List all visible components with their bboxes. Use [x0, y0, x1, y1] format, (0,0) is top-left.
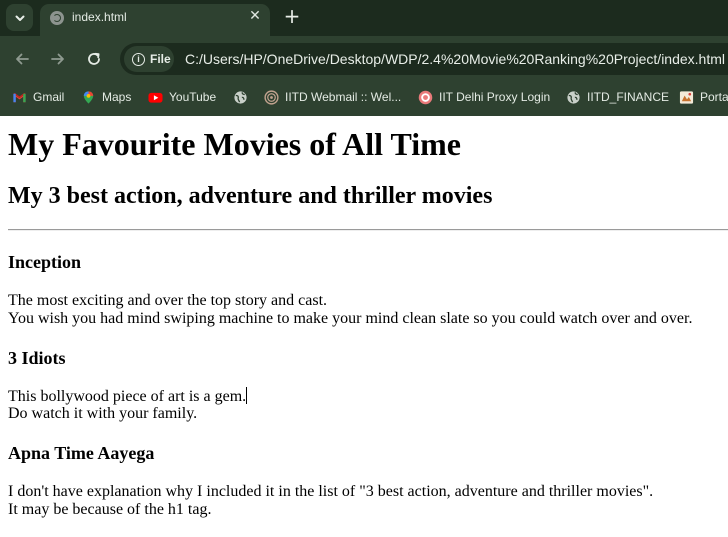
close-icon[interactable]: ✕: [247, 8, 263, 24]
tab-strip: index.html ✕ +: [0, 0, 728, 36]
bookmark-label: IIT Delhi Proxy Login: [439, 90, 551, 104]
bookmark-iitd-finance[interactable]: IITD_FINANCE: [566, 88, 669, 106]
site-chip-label: File: [150, 52, 171, 66]
site-info-button[interactable]: i File: [124, 46, 174, 72]
movie-description-line: This bollywood piece of art is a gem.: [8, 387, 248, 406]
globe-icon: [567, 90, 580, 104]
bookmark-youtube[interactable]: YouTube: [148, 88, 216, 106]
url-text[interactable]: C:/Users/HP/OneDrive/Desktop/WDP/2.4%20M…: [185, 51, 725, 67]
address-bar[interactable]: i File C:/Users/HP/OneDrive/Desktop/WDP/…: [120, 43, 728, 75]
reload-icon: [88, 52, 100, 65]
globe-icon: [234, 90, 247, 104]
bookmark-iitd-webmail[interactable]: IITD Webmail :: Wel...: [264, 88, 401, 106]
tab-title: index.html: [72, 10, 127, 24]
bookmarks-bar: Gmail Maps YouTube IITD Webmail :: Wel..…: [0, 82, 728, 112]
text-cursor: [246, 387, 248, 404]
page-title: My Favourite Movies of All Time: [8, 126, 461, 162]
new-tab-button[interactable]: +: [283, 5, 301, 27]
page-subtitle: My 3 best action, adventure and thriller…: [8, 183, 493, 209]
bookmark-label: IITD Webmail :: Wel...: [285, 90, 402, 104]
bookmark-portal[interactable]: Porta: [679, 88, 728, 106]
bookmark-label: Maps: [102, 90, 132, 104]
movie-title: Apna Time Aayega: [8, 443, 155, 463]
tab-search-button[interactable]: [6, 4, 33, 31]
forward-arrow-icon: [51, 53, 64, 65]
forward-button[interactable]: [47, 48, 69, 70]
bookmark-label: Gmail: [33, 90, 65, 104]
movie-description-line: I don't have explanation why I included …: [8, 483, 654, 500]
gmail-icon: [13, 92, 26, 102]
browser-toolbar: i File C:/Users/HP/OneDrive/Desktop/WDP/…: [0, 36, 728, 82]
iitd-icon: [264, 89, 279, 105]
movie-description-line: You wish you had mind swiping machine to…: [8, 310, 693, 327]
info-icon: i: [132, 52, 145, 66]
iitd-proxy-icon: [418, 90, 433, 104]
page-content: My Favourite Movies of All Time My 3 bes…: [0, 116, 728, 537]
bookmark-globe[interactable]: [233, 88, 254, 106]
bookmark-gmail[interactable]: Gmail: [12, 88, 64, 106]
bookmark-label: IITD_FINANCE: [587, 90, 670, 104]
bookmark-maps[interactable]: Maps: [81, 88, 131, 106]
horizontal-rule: [8, 229, 728, 231]
maps-icon: [83, 90, 94, 104]
globe-icon: [50, 11, 64, 25]
back-button[interactable]: [11, 48, 33, 70]
portal-icon: [679, 90, 694, 104]
movie-title: 3 Idiots: [8, 348, 66, 368]
bookmark-label: Porta: [700, 90, 728, 104]
reload-button[interactable]: [83, 48, 105, 70]
movie-description-line: Do watch it with your family.: [8, 405, 198, 422]
movie-title: Inception: [8, 252, 82, 272]
chevron-down-icon: [15, 15, 24, 21]
movie-description-line: It may be because of the h1 tag.: [8, 501, 212, 518]
youtube-icon: [148, 92, 163, 103]
movie-description-line: The most exciting and over the top story…: [8, 292, 328, 309]
bookmark-label: YouTube: [169, 90, 217, 104]
back-arrow-icon: [16, 53, 29, 65]
movie-description-text: This bollywood piece of art is a gem.: [8, 388, 247, 405]
bookmark-iitd-proxy[interactable]: IIT Delhi Proxy Login: [418, 88, 550, 106]
active-tab[interactable]: index.html ✕: [40, 4, 270, 36]
